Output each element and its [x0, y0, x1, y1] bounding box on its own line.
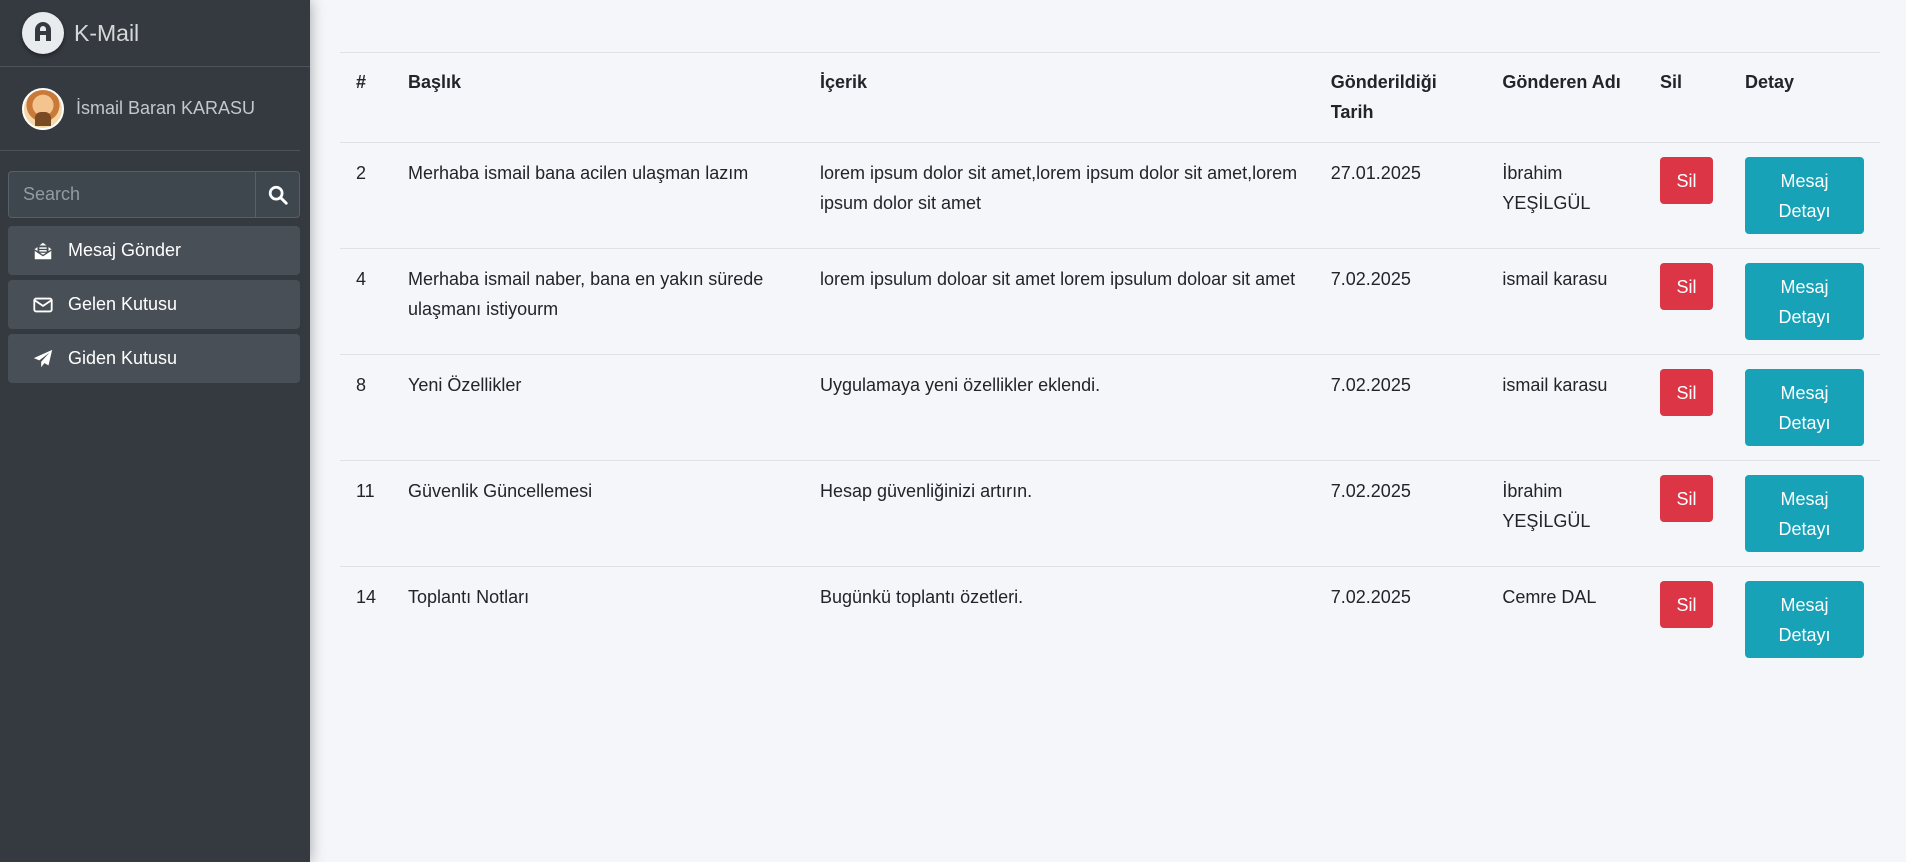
nav-item-gelen-kutusu[interactable]: Gelen Kutusu	[8, 280, 300, 329]
nav-item-label: Mesaj Gönder	[68, 240, 182, 260]
avatar	[22, 87, 64, 130]
cell-date: 27.01.2025	[1314, 142, 1487, 249]
cell-detail: Mesaj Detayı	[1729, 142, 1880, 249]
cell-date: 7.02.2025	[1330, 587, 1411, 607]
cell-detail: Mesaj Detayı	[1729, 567, 1880, 673]
cell-sender: ismail karasu	[1486, 354, 1644, 461]
message-detail-button[interactable]: Mesaj Detayı	[1745, 369, 1864, 446]
header-sender: Gönderen Adı	[1486, 52, 1644, 143]
cell-delete: Sil	[1643, 142, 1729, 249]
table-row: 11 Güvenlik Güncellemesi Hesap güvenliği…	[340, 460, 1880, 567]
cell-date: 7.02.2025	[1314, 460, 1487, 567]
envelope-icon	[32, 294, 56, 316]
cell-title: Güvenlik Güncellemesi	[392, 460, 804, 567]
table-row: 8 Yeni Özellikler Uygulamaya yeni özelli…	[340, 354, 1880, 461]
brand-name: K-Mail	[74, 19, 140, 46]
nav-item-label: Giden Kutusu	[68, 348, 178, 368]
brand-link[interactable]: K-Mail	[0, 0, 310, 67]
search-button[interactable]	[255, 171, 300, 218]
search-input[interactable]	[8, 171, 255, 218]
cell-num: 4	[340, 248, 393, 355]
search-icon	[268, 185, 288, 205]
table-row: 14 Toplantı Notları Bugünkü toplantı öze…	[340, 567, 1880, 673]
cell-detail: Mesaj Detayı	[1729, 460, 1880, 567]
cell-delete: Sil	[1643, 248, 1729, 355]
header-num: #	[340, 52, 393, 143]
user-panel[interactable]: İsmail Baran KARASU	[0, 67, 300, 151]
table-row: 2 Merhaba ismail bana acilen ulaşman laz…	[340, 142, 1880, 249]
cell-title: Toplantı Notları	[408, 587, 530, 607]
header-detail: Detay	[1729, 52, 1880, 143]
cell-date: 7.02.2025	[1314, 354, 1487, 461]
cell-sender: İbrahim YEŞİLGÜL	[1486, 460, 1644, 567]
table-header-row: # Başlık İçerik Gönderildiği Tarih Gönde…	[340, 52, 1880, 143]
cell-delete: Sil	[1644, 567, 1729, 673]
cell-delete: Sil	[1643, 354, 1729, 461]
cell-num: 14	[356, 587, 377, 607]
logo-icon	[22, 12, 64, 54]
cell-detail: Mesaj Detayı	[1729, 354, 1880, 461]
messages-table: # Başlık İçerik Gönderildiği Tarih Gönde…	[340, 52, 1880, 672]
delete-button[interactable]: Sil	[1659, 475, 1713, 522]
cell-title: Yeni Özellikler	[392, 354, 804, 461]
cell-title: Merhaba ismail bana acilen ulaşman lazım	[392, 142, 804, 249]
user-name[interactable]: İsmail Baran KARASU	[76, 98, 255, 119]
nav-item-mesaj-gonder[interactable]: Mesaj Gönder	[8, 226, 300, 275]
paper-plane-icon	[32, 348, 56, 370]
main-content: # Başlık İçerik Gönderildiği Tarih Gönde…	[310, 0, 1906, 862]
cell-content: Bugünkü toplantı özetleri.	[820, 587, 1024, 607]
sidebar-search	[8, 171, 300, 218]
cell-content: lorem ipsulum doloar sit amet lorem ipsu…	[804, 248, 1315, 355]
delete-button[interactable]: Sil	[1659, 263, 1713, 310]
header-title: Başlık	[392, 52, 804, 143]
cell-sender: İbrahim YEŞİLGÜL	[1486, 142, 1644, 249]
cell-title: Merhaba ismail naber, bana en yakın süre…	[392, 248, 804, 355]
cell-sender: Cemre DAL	[1502, 587, 1597, 607]
nav-item-giden-kutusu[interactable]: Giden Kutusu	[8, 334, 300, 383]
sidebar-nav: Mesaj Gönder Gelen Kutusu Giden Kutusu	[0, 226, 310, 383]
cell-detail: Mesaj Detayı	[1729, 248, 1880, 355]
message-detail-button[interactable]: Mesaj Detayı	[1745, 475, 1864, 552]
message-detail-button[interactable]: Mesaj Detayı	[1745, 157, 1864, 234]
header-delete: Sil	[1643, 52, 1729, 143]
cell-content: Hesap güvenliğinizi artırın.	[804, 460, 1315, 567]
cell-num: 8	[340, 354, 393, 461]
cell-num: 11	[340, 460, 393, 567]
table-row: 4 Merhaba ismail naber, bana en yakın sü…	[340, 248, 1880, 355]
delete-button[interactable]: Sil	[1659, 369, 1713, 416]
envelope-open-text-icon	[32, 240, 56, 262]
cell-delete: Sil	[1643, 460, 1729, 567]
delete-button[interactable]: Sil	[1659, 581, 1713, 628]
cell-content: Uygulamaya yeni özellikler eklendi.	[804, 354, 1315, 461]
cell-date: 7.02.2025	[1314, 248, 1487, 355]
cell-content: lorem ipsum dolor sit amet,lorem ipsum d…	[804, 142, 1315, 249]
message-detail-button[interactable]: Mesaj Detayı	[1745, 263, 1864, 340]
delete-button[interactable]: Sil	[1659, 157, 1713, 204]
header-content: İçerik	[804, 52, 1315, 143]
cell-num: 2	[340, 142, 393, 249]
message-detail-button[interactable]: Mesaj Detayı	[1745, 581, 1864, 658]
nav-item-label: Gelen Kutusu	[68, 294, 178, 314]
sidebar: K-Mail İsmail Baran KARASU Mesaj Gönder …	[0, 0, 310, 862]
header-date: Gönderildiği Tarih	[1314, 52, 1487, 143]
cell-sender: ismail karasu	[1486, 248, 1644, 355]
